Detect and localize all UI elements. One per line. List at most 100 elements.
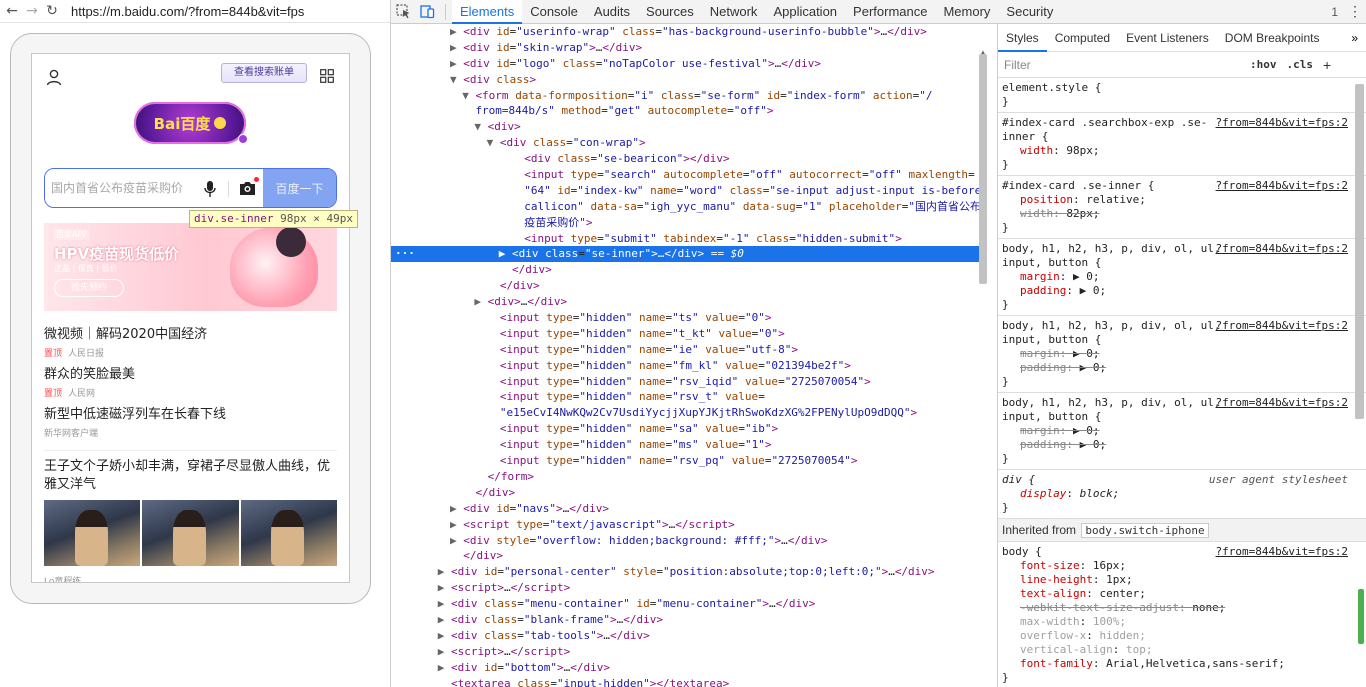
- expand-toggle-icon[interactable]: ▶: [450, 25, 457, 38]
- source-link[interactable]: ?from=844b&vit=fps:2: [1216, 319, 1348, 333]
- camera-icon[interactable]: [239, 180, 256, 196]
- css-property[interactable]: padding: ▶ 0;: [1002, 438, 1362, 452]
- property-name[interactable]: -webkit-text-size-adjust: [1020, 601, 1179, 614]
- dom-node[interactable]: ▼ <div>: [391, 119, 987, 135]
- news-photo[interactable]: [240, 500, 337, 566]
- expand-toggle-icon[interactable]: ▶: [438, 661, 445, 674]
- dom-node[interactable]: </div>: [391, 278, 987, 294]
- property-value[interactable]: 1px;: [1106, 573, 1133, 586]
- expand-toggle-icon[interactable]: ▶: [450, 57, 457, 70]
- property-value[interactable]: center;: [1099, 587, 1145, 600]
- property-value[interactable]: 82px;: [1066, 207, 1099, 220]
- dom-node[interactable]: <textarea class="input-hidden"></textare…: [391, 676, 987, 687]
- property-name[interactable]: position: [1020, 193, 1073, 206]
- property-value[interactable]: 16px;: [1093, 559, 1126, 572]
- expand-toggle-icon[interactable]: ▼: [462, 89, 469, 102]
- property-value[interactable]: Arial,Helvetica,sans-serif;: [1106, 657, 1285, 670]
- css-rule[interactable]: element.style {}: [998, 78, 1366, 113]
- property-name[interactable]: line-height: [1020, 573, 1093, 586]
- property-value[interactable]: ▶ 0;: [1073, 347, 1100, 360]
- css-property[interactable]: padding: ▶ 0;: [1002, 361, 1362, 375]
- css-property[interactable]: width: 98px;: [1002, 144, 1362, 158]
- property-name[interactable]: display: [1020, 487, 1066, 500]
- news-photo[interactable]: [44, 500, 141, 566]
- dom-node[interactable]: </div>: [391, 548, 987, 564]
- devtools-menu-button[interactable]: ⋮: [1344, 3, 1366, 20]
- property-value[interactable]: 98px;: [1066, 144, 1099, 157]
- expand-toggle-icon[interactable]: ▶: [438, 565, 445, 578]
- expand-toggle-icon[interactable]: ▼: [487, 136, 494, 149]
- dom-node[interactable]: </form>: [391, 469, 987, 485]
- dom-node[interactable]: <input type="hidden" name="rsv_pq" value…: [391, 453, 987, 469]
- property-value[interactable]: ▶ 0;: [1080, 361, 1107, 374]
- css-property[interactable]: overflow-x: hidden;: [1002, 629, 1362, 643]
- news-item[interactable]: 王子文个子娇小却丰满，穿裙子尽显傲人曲线，优雅又洋气: [44, 458, 339, 494]
- user-icon[interactable]: [45, 68, 63, 86]
- styles-scrollbar[interactable]: [1355, 84, 1364, 419]
- dom-node[interactable]: ▶ <div class="blank-frame">…</div>: [391, 612, 987, 628]
- grid-menu-icon[interactable]: [320, 69, 334, 83]
- dom-node[interactable]: ▶ <div>…</div>: [391, 294, 987, 310]
- expand-toggle-icon[interactable]: ▼: [450, 73, 457, 86]
- property-name[interactable]: vertical-align: [1020, 643, 1113, 656]
- property-value[interactable]: ▶ 0;: [1080, 284, 1107, 297]
- banner-cta-button[interactable]: 抢先预约: [54, 279, 124, 297]
- source-link[interactable]: ?from=844b&vit=fps:2: [1216, 545, 1348, 559]
- search-input[interactable]: [45, 169, 263, 207]
- news-item[interactable]: 新型中低速磁浮列车在长春下线 新华网客户端: [44, 406, 339, 439]
- more-options-icon[interactable]: ···: [395, 246, 415, 262]
- css-property[interactable]: width: 82px;: [1002, 207, 1362, 221]
- microphone-icon[interactable]: [203, 180, 217, 198]
- expand-toggle-icon[interactable]: ▶: [450, 502, 457, 515]
- property-value[interactable]: none;: [1192, 601, 1225, 614]
- property-name[interactable]: max-width: [1020, 615, 1080, 628]
- tab-audits[interactable]: Audits: [586, 0, 638, 24]
- hpv-banner[interactable]: 百度APP HPV疫苗现货低价 正品 | 保真 | 低价 抢先预约: [44, 223, 337, 311]
- tab-console[interactable]: Console: [522, 0, 586, 24]
- dom-node[interactable]: <input type="hidden" name="sa" value="ib…: [391, 421, 987, 437]
- css-property[interactable]: padding: ▶ 0;: [1002, 284, 1362, 298]
- css-rule[interactable]: body, h1, h2, h3, p, div, ol, ul, input,…: [998, 239, 1366, 316]
- property-name[interactable]: padding: [1020, 361, 1066, 374]
- tab-memory[interactable]: Memory: [935, 0, 998, 24]
- new-rule-button[interactable]: +: [1323, 57, 1331, 73]
- css-property[interactable]: position: relative;: [1002, 193, 1362, 207]
- dom-node[interactable]: ▶ <div id="navs">…</div>: [391, 501, 987, 517]
- property-name[interactable]: padding: [1020, 438, 1066, 451]
- expand-toggle-icon[interactable]: ▶: [499, 247, 506, 260]
- expand-toggle-icon[interactable]: ▶: [474, 295, 481, 308]
- class-toggle[interactable]: .cls: [1287, 58, 1314, 71]
- dom-node[interactable]: ▶ <script type="text/javascript">…</scri…: [391, 517, 987, 533]
- news-title[interactable]: 新型中低速磁浮列车在长春下线: [44, 406, 339, 424]
- dom-node[interactable]: <input type="hidden" name="ie" value="ut…: [391, 342, 987, 358]
- dom-node[interactable]: <input type="hidden" name="rsv_iqid" val…: [391, 374, 987, 390]
- reload-button[interactable]: ↻: [45, 1, 59, 21]
- property-value[interactable]: relative;: [1086, 193, 1146, 206]
- source-link[interactable]: ?from=844b&vit=fps:2: [1216, 396, 1348, 410]
- error-count[interactable]: 1: [1325, 5, 1344, 19]
- css-property[interactable]: margin: ▶ 0;: [1002, 347, 1362, 361]
- hover-state-toggle[interactable]: :hov: [1250, 58, 1277, 71]
- dom-node[interactable]: <input type="hidden" name="ms" value="1"…: [391, 437, 987, 453]
- source-link[interactable]: ?from=844b&vit=fps:2: [1216, 116, 1348, 130]
- css-rule[interactable]: body {?from=844b&vit=fps:2 font-size: 16p…: [998, 542, 1366, 687]
- property-name[interactable]: font-size: [1020, 559, 1080, 572]
- dom-node[interactable]: <div class="se-bearicon"></div>: [391, 151, 987, 167]
- dom-node[interactable]: ▶ <div style="overflow: hidden;backgroun…: [391, 533, 987, 549]
- css-rule[interactable]: #index-card .se-inner {?from=844b&vit=fp…: [998, 176, 1366, 239]
- css-property[interactable]: margin: ▶ 0;: [1002, 270, 1362, 284]
- tab-network[interactable]: Network: [702, 0, 766, 24]
- dom-node[interactable]: callicon" data-sa="igh_yyc_manu" data-su…: [391, 199, 987, 215]
- inherited-element-link[interactable]: body.switch-iphone: [1081, 523, 1209, 538]
- expand-toggle-icon[interactable]: ▶: [438, 645, 445, 658]
- css-property[interactable]: text-align: center;: [1002, 587, 1362, 601]
- css-rule[interactable]: div {user agent stylesheet display: block…: [998, 470, 1366, 519]
- tab-application[interactable]: Application: [765, 0, 845, 24]
- news-title[interactable]: 王子文个子娇小却丰满，穿裙子尽显傲人曲线，优雅又洋气: [44, 458, 339, 494]
- css-property[interactable]: display: block;: [1002, 487, 1362, 501]
- property-name[interactable]: margin: [1020, 347, 1060, 360]
- dom-node[interactable]: ▼ <div class="con-wrap">: [391, 135, 987, 151]
- dom-node[interactable]: ▶ <div id="userinfo-wrap" class="has-bac…: [391, 24, 987, 40]
- tab-performance[interactable]: Performance: [845, 0, 935, 24]
- dom-node[interactable]: "64" id="index-kw" name="word" class="se…: [391, 183, 987, 199]
